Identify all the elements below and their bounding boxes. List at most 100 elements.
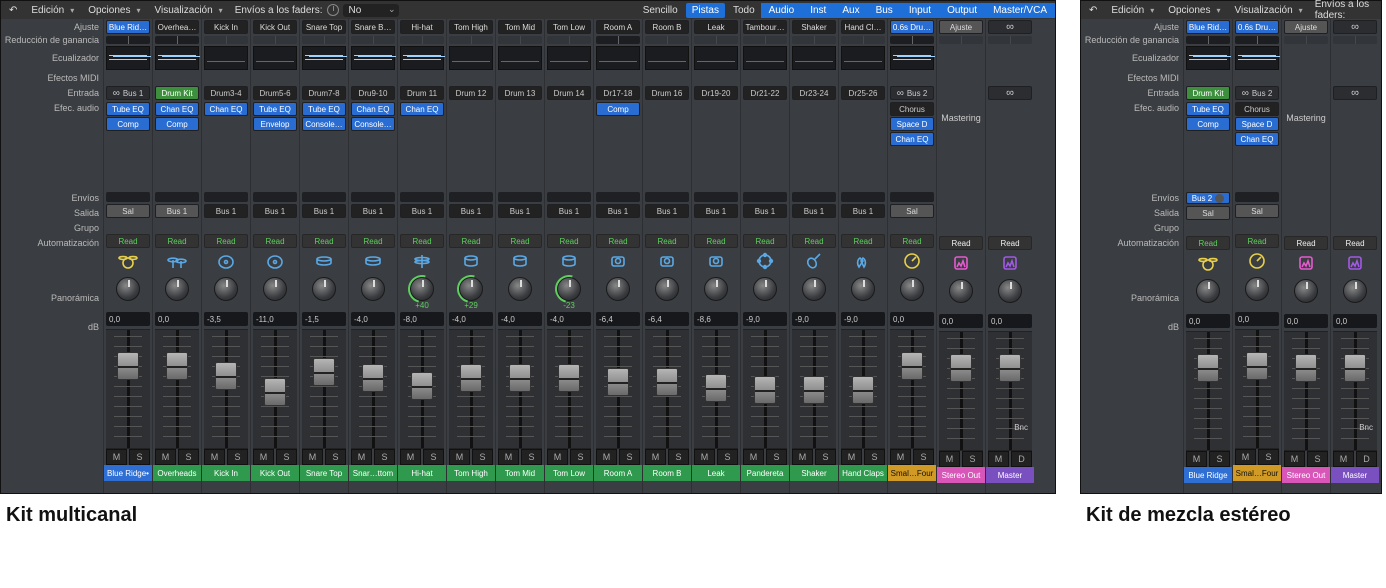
volume-fader[interactable] xyxy=(1284,331,1328,451)
channel-name[interactable]: Blue Ridge• xyxy=(104,465,152,481)
channel-setting[interactable]: Blue Rid… xyxy=(1186,20,1230,34)
tab-output[interactable]: Output xyxy=(939,3,985,18)
db-readout[interactable]: 0,0 xyxy=(1186,314,1230,328)
fader-cap[interactable] xyxy=(264,378,286,406)
db-readout[interactable]: -4,0 xyxy=(351,312,395,326)
solo-button[interactable]: S xyxy=(668,449,689,465)
fader-cap[interactable] xyxy=(607,368,629,396)
track-icon[interactable] xyxy=(300,249,348,273)
send-slot[interactable] xyxy=(351,192,395,202)
audio-fx-slot[interactable]: Chan EQ xyxy=(890,132,934,146)
mute-button[interactable]: M xyxy=(988,451,1009,467)
db-readout[interactable]: -9,0 xyxy=(743,312,787,326)
channel-setting[interactable]: Hand Cl… xyxy=(841,20,885,34)
output-slot[interactable]: Sal xyxy=(890,204,934,218)
audio-fx-slot[interactable]: Tube EQ xyxy=(1186,102,1230,116)
eq-thumbnail[interactable] xyxy=(743,46,787,70)
volume-fader[interactable] xyxy=(547,329,591,449)
input-slot[interactable]: Drum 12 xyxy=(449,86,493,100)
menu-options[interactable]: Opciones xyxy=(82,3,146,18)
eq-thumbnail[interactable] xyxy=(351,46,395,70)
solo-button[interactable]: S xyxy=(129,449,150,465)
fader-cap[interactable] xyxy=(852,376,874,404)
send-slot[interactable] xyxy=(253,192,297,202)
db-readout[interactable]: -4,0 xyxy=(449,312,493,326)
mute-button[interactable]: M xyxy=(498,449,519,465)
pan-knob[interactable] xyxy=(888,273,936,311)
input-slot[interactable]: ∞Bus 1 xyxy=(106,86,150,100)
volume-fader[interactable] xyxy=(449,329,493,449)
audio-fx-slot[interactable]: Comp xyxy=(106,117,150,131)
track-icon[interactable] xyxy=(1282,251,1330,275)
fader-cap[interactable] xyxy=(166,352,188,380)
solo-button[interactable]: S xyxy=(1307,451,1328,467)
channel-name[interactable]: Room A xyxy=(594,465,642,481)
menu-view[interactable]: Visualización xyxy=(148,3,228,18)
db-readout[interactable]: 0,0 xyxy=(106,312,150,326)
automation-mode[interactable]: Read xyxy=(1284,236,1328,250)
audio-fx-slot[interactable]: Chorus xyxy=(1235,102,1279,116)
output-slot[interactable]: Bus 1 xyxy=(645,204,689,218)
eq-thumbnail[interactable] xyxy=(449,46,493,70)
output-slot[interactable]: Sal xyxy=(106,204,150,218)
mute-button[interactable]: M xyxy=(792,449,813,465)
input-slot[interactable]: Dr19-20 xyxy=(694,86,738,100)
fader-cap[interactable] xyxy=(313,358,335,386)
channel-setting[interactable]: Leak xyxy=(694,20,738,34)
db-readout[interactable]: 0,0 xyxy=(155,312,199,326)
fader-cap[interactable] xyxy=(950,354,972,382)
menu-options[interactable]: Opciones xyxy=(1162,3,1226,18)
automation-mode[interactable]: Read xyxy=(939,236,983,250)
fader-cap[interactable] xyxy=(1295,354,1317,382)
automation-mode[interactable]: Read xyxy=(155,234,199,248)
pan-knob[interactable] xyxy=(1331,275,1379,313)
solo-button[interactable]: S xyxy=(178,449,199,465)
volume-fader[interactable] xyxy=(302,329,346,449)
mute-button[interactable]: M xyxy=(939,451,960,467)
db-readout[interactable]: 0,0 xyxy=(1284,314,1328,328)
pan-knob[interactable] xyxy=(937,275,985,313)
mute-button[interactable]: M xyxy=(155,449,176,465)
volume-fader[interactable] xyxy=(645,329,689,449)
output-slot[interactable]: Bus 1 xyxy=(596,204,640,218)
track-icon[interactable] xyxy=(1233,249,1281,273)
eq-thumbnail[interactable] xyxy=(253,46,297,70)
audio-fx-slot[interactable]: Chorus xyxy=(890,102,934,116)
channel-setting[interactable]: Overhea… xyxy=(155,20,199,34)
volume-fader[interactable] xyxy=(939,331,983,451)
solo-button[interactable]: S xyxy=(423,449,444,465)
eq-thumbnail[interactable] xyxy=(841,46,885,70)
channel-setting[interactable]: Ajuste xyxy=(939,20,983,34)
db-readout[interactable]: 0,0 xyxy=(890,312,934,326)
track-icon[interactable] xyxy=(202,249,250,273)
db-readout[interactable]: -8,6 xyxy=(694,312,738,326)
automation-mode[interactable]: Read xyxy=(302,234,346,248)
output-slot[interactable]: Bus 1 xyxy=(547,204,591,218)
back-icon[interactable]: ↶ xyxy=(3,3,23,18)
channel-name[interactable]: Blue Ridge xyxy=(1184,467,1232,483)
power-icon[interactable] xyxy=(327,4,339,16)
fader-cap[interactable] xyxy=(117,352,139,380)
send-slot[interactable] xyxy=(498,192,542,202)
fader-cap[interactable] xyxy=(803,376,825,404)
solo-button[interactable]: S xyxy=(521,449,542,465)
channel-name[interactable]: Leak xyxy=(692,465,740,481)
eq-thumbnail[interactable] xyxy=(106,46,150,70)
output-slot[interactable]: Bus 1 xyxy=(498,204,542,218)
input-slot[interactable]: Dr21-22 xyxy=(743,86,787,100)
automation-mode[interactable]: Read xyxy=(204,234,248,248)
tab-master/vca[interactable]: Master/VCA xyxy=(985,3,1055,18)
output-slot[interactable]: Bus 1 xyxy=(155,204,199,218)
audio-fx-slot[interactable]: Space D xyxy=(1235,117,1279,131)
eq-thumbnail[interactable] xyxy=(547,46,591,70)
channel-name[interactable]: Smal…Four xyxy=(888,465,936,481)
solo-button[interactable]: S xyxy=(619,449,640,465)
mute-button[interactable]: M xyxy=(302,449,323,465)
track-icon[interactable] xyxy=(692,249,740,273)
eq-thumbnail[interactable] xyxy=(302,46,346,70)
volume-fader[interactable] xyxy=(792,329,836,449)
output-slot[interactable]: Bus 1 xyxy=(302,204,346,218)
volume-fader[interactable] xyxy=(400,329,444,449)
channel-setting[interactable]: Shaker xyxy=(792,20,836,34)
eq-thumbnail[interactable] xyxy=(645,46,689,70)
